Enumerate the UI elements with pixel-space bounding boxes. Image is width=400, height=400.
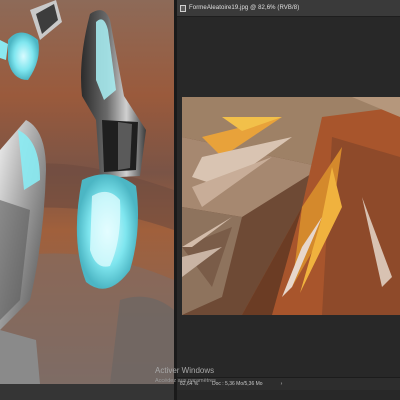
document-tab[interactable]: FormeAleatoire19.jpg @ 82,6% (RVB/8): [177, 0, 400, 17]
left-document-canvas[interactable]: [0, 0, 174, 384]
zoom-level[interactable]: 82,64 %: [180, 381, 210, 387]
right-document-panel: FormeAleatoire19.jpg @ 82,6% (RVB/8) 82,…: [177, 0, 400, 400]
abstract-shapes-image: [182, 97, 400, 315]
canvas-area[interactable]: [177, 17, 400, 384]
left-painting: [0, 0, 174, 384]
status-menu-arrow-icon[interactable]: ›: [281, 381, 283, 387]
document-tab-title: FormeAleatoire19.jpg @ 82,6% (RVB/8): [189, 5, 300, 11]
document-icon: [180, 4, 186, 12]
status-bar: 82,64 % Doc : 5,36 Mo/5,36 Mo ›: [177, 377, 400, 390]
document-info: Doc : 5,36 Mo/5,36 Mo: [212, 381, 263, 387]
right-document-canvas[interactable]: [182, 97, 400, 315]
left-status-bar: [0, 384, 174, 400]
